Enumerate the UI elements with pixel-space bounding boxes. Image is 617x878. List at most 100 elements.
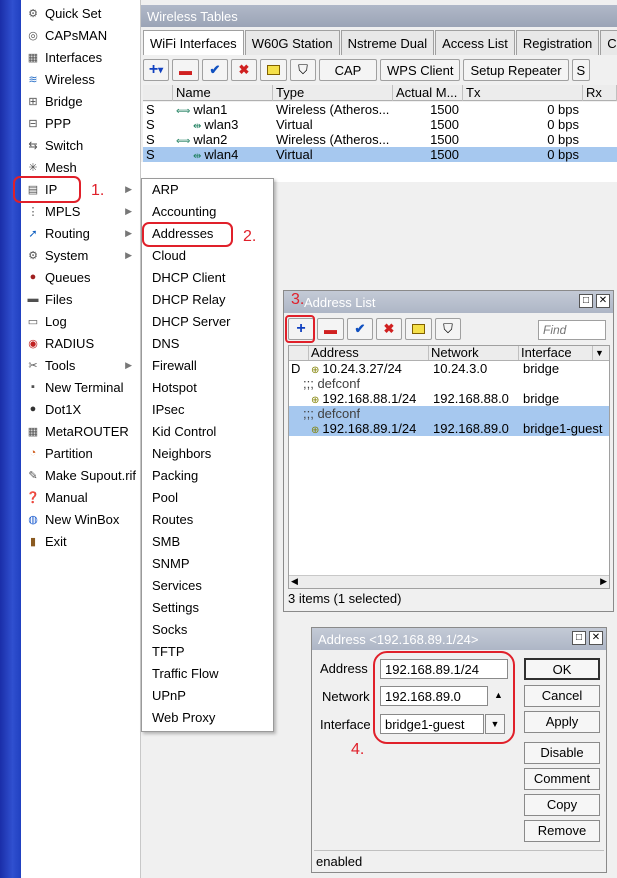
copy-button[interactable]: Copy (524, 794, 600, 816)
ip-submenu-hotspot[interactable]: Hotspot (142, 377, 273, 399)
close-button[interactable]: ✕ (589, 631, 603, 645)
ip-submenu-dhcp-server[interactable]: DHCP Server (142, 311, 273, 333)
add-button[interactable]: + ▾ (143, 59, 169, 81)
table-row[interactable]: S ⟺ wlan2 Wireless (Atheros... 1500 0 bps (143, 132, 617, 147)
maximize-button[interactable]: □ (579, 294, 593, 308)
enable-address-button[interactable]: ✔ (347, 318, 373, 340)
remove-button[interactable]: ▬ (172, 59, 199, 81)
table-row[interactable]: ⊕ 192.168.89.1/24 192.168.89.0 bridge1-gues… (289, 421, 609, 436)
menu-item-exit[interactable]: ▮ Exit (21, 530, 140, 552)
remove-address-button[interactable]: ▬ (317, 318, 344, 340)
tab-access-list[interactable]: Access List (435, 30, 515, 55)
menu-item-mpls[interactable]: ⋮ MPLS ▶ (21, 200, 140, 222)
ip-submenu-neighbors[interactable]: Neighbors (142, 443, 273, 465)
comment-row[interactable]: ;;; defconf (289, 376, 609, 391)
menu-item-wireless[interactable]: ≋ Wireless (21, 68, 140, 90)
table-row[interactable]: S ⇹ wlan3 Virtual 1500 0 bps (143, 117, 617, 132)
ip-submenu-snmp[interactable]: SNMP (142, 553, 273, 575)
tab-wifi-interfaces[interactable]: WiFi Interfaces (143, 30, 244, 55)
cap-button[interactable]: CAP (319, 59, 377, 81)
tab-w60g-station[interactable]: W60G Station (244, 30, 340, 55)
ip-submenu-traffic-flow[interactable]: Traffic Flow (142, 663, 273, 685)
ip-submenu-web-proxy[interactable]: Web Proxy (142, 707, 273, 729)
cancel-button[interactable]: Cancel (524, 685, 600, 707)
menu-item-metarouter[interactable]: ▦ MetaROUTER (21, 420, 140, 442)
menu-item-dot1x[interactable]: ● Dot1X (21, 398, 140, 420)
ip-submenu-tftp[interactable]: TFTP (142, 641, 273, 663)
comment-row[interactable]: ;;; defconf (289, 406, 609, 421)
ip-submenu-packing[interactable]: Packing (142, 465, 273, 487)
menu-item-interfaces[interactable]: ▦ Interfaces (21, 46, 140, 68)
col-flag[interactable] (143, 85, 173, 101)
tab-co[interactable]: Co (600, 30, 617, 55)
ip-submenu-smb[interactable]: SMB (142, 531, 273, 553)
maximize-button[interactable]: □ (572, 631, 586, 645)
column-menu-icon[interactable]: ▼ (593, 346, 609, 360)
tab-registration[interactable]: Registration (515, 30, 600, 55)
tab-nstreme-dual[interactable]: Nstreme Dual (340, 30, 435, 55)
ip-submenu-ipsec[interactable]: IPsec (142, 399, 273, 421)
ip-submenu-dhcp-client[interactable]: DHCP Client (142, 267, 273, 289)
ip-submenu-firewall[interactable]: Firewall (142, 355, 273, 377)
menu-item-capsman[interactable]: ◎ CAPsMAN (21, 24, 140, 46)
menu-item-mesh[interactable]: ✳ Mesh (21, 156, 140, 178)
menu-item-routing[interactable]: ➚ Routing ▶ (21, 222, 140, 244)
more-button[interactable]: S (571, 59, 591, 81)
scroll-left-icon[interactable]: ◀ (291, 576, 298, 587)
menu-item-ppp[interactable]: ⊟ PPP (21, 112, 140, 134)
menu-item-radius[interactable]: ◉ RADIUS (21, 332, 140, 354)
menu-item-bridge[interactable]: ⊞ Bridge (21, 90, 140, 112)
horizontal-scrollbar[interactable]: ◀ ▶ (289, 575, 609, 588)
filter-address-button[interactable]: ⛉ (435, 318, 461, 340)
menu-item-log[interactable]: ▭ Log (21, 310, 140, 332)
table-row[interactable]: S ⟺ wlan1 Wireless (Atheros... 1500 0 bps (143, 102, 617, 117)
menu-item-switch[interactable]: ⇆ Switch (21, 134, 140, 156)
ip-submenu-cloud[interactable]: Cloud (142, 245, 273, 267)
col-interface[interactable]: Interface (519, 346, 593, 360)
col-name[interactable]: Name (173, 85, 273, 101)
menu-item-new-terminal[interactable]: ▪ New Terminal (21, 376, 140, 398)
menu-item-quick-set[interactable]: ⚙ Quick Set (21, 2, 140, 24)
disable-address-button[interactable]: ✖ (376, 318, 402, 340)
ip-submenu-socks[interactable]: Socks (142, 619, 273, 641)
disable-button[interactable]: Disable (524, 742, 600, 764)
col-address[interactable]: Address (309, 346, 429, 360)
table-row[interactable]: ⊕ 192.168.88.1/24 192.168.88.0 bridge (289, 391, 609, 406)
wps-client-button[interactable]: WPS Client (380, 59, 461, 81)
col-type[interactable]: Type (273, 85, 393, 101)
setup-repeater-button[interactable]: Setup Repeater (463, 59, 569, 81)
ip-submenu-settings[interactable]: Settings (142, 597, 273, 619)
comment-address-button[interactable] (405, 318, 432, 340)
comment-button[interactable] (260, 59, 287, 81)
menu-item-files[interactable]: ▬ Files (21, 288, 140, 310)
find-input[interactable] (538, 320, 606, 340)
ip-submenu-dns[interactable]: DNS (142, 333, 273, 355)
scroll-right-icon[interactable]: ▶ (600, 576, 607, 587)
close-button[interactable]: ✕ (596, 294, 610, 308)
ip-submenu-kid-control[interactable]: Kid Control (142, 421, 273, 443)
col-tx[interactable]: Tx (463, 85, 583, 101)
comment-button[interactable]: Comment (524, 768, 600, 790)
ip-submenu-arp[interactable]: ARP (142, 179, 273, 201)
ip-submenu-routes[interactable]: Routes (142, 509, 273, 531)
col-rx[interactable]: Rx (583, 85, 617, 101)
ip-submenu-dhcp-relay[interactable]: DHCP Relay (142, 289, 273, 311)
menu-item-system[interactable]: ⚙ System ▶ (21, 244, 140, 266)
table-row[interactable]: D ⊕ 10.24.3.27/24 10.24.3.0 bridge (289, 361, 609, 376)
ip-submenu-accounting[interactable]: Accounting (142, 201, 273, 223)
menu-item-manual[interactable]: ❓ Manual (21, 486, 140, 508)
col-network[interactable]: Network (429, 346, 519, 360)
col-actual-m-[interactable]: Actual M... (393, 85, 463, 101)
menu-item-make-supout-rif[interactable]: ✎ Make Supout.rif (21, 464, 140, 486)
menu-item-queues[interactable]: ● Queues (21, 266, 140, 288)
menu-item-tools[interactable]: ✂ Tools ▶ (21, 354, 140, 376)
table-row[interactable]: S ⇹ wlan4 Virtual 1500 0 bps (143, 147, 617, 162)
ok-button[interactable]: OK (524, 658, 600, 680)
enable-button[interactable]: ✔ (202, 59, 228, 81)
ip-submenu-pool[interactable]: Pool (142, 487, 273, 509)
disable-button[interactable]: ✖ (231, 59, 257, 81)
menu-item-new-winbox[interactable]: ◍ New WinBox (21, 508, 140, 530)
filter-button[interactable]: ⛉ (290, 59, 316, 81)
ip-submenu-services[interactable]: Services (142, 575, 273, 597)
remove-button[interactable]: Remove (524, 820, 600, 842)
